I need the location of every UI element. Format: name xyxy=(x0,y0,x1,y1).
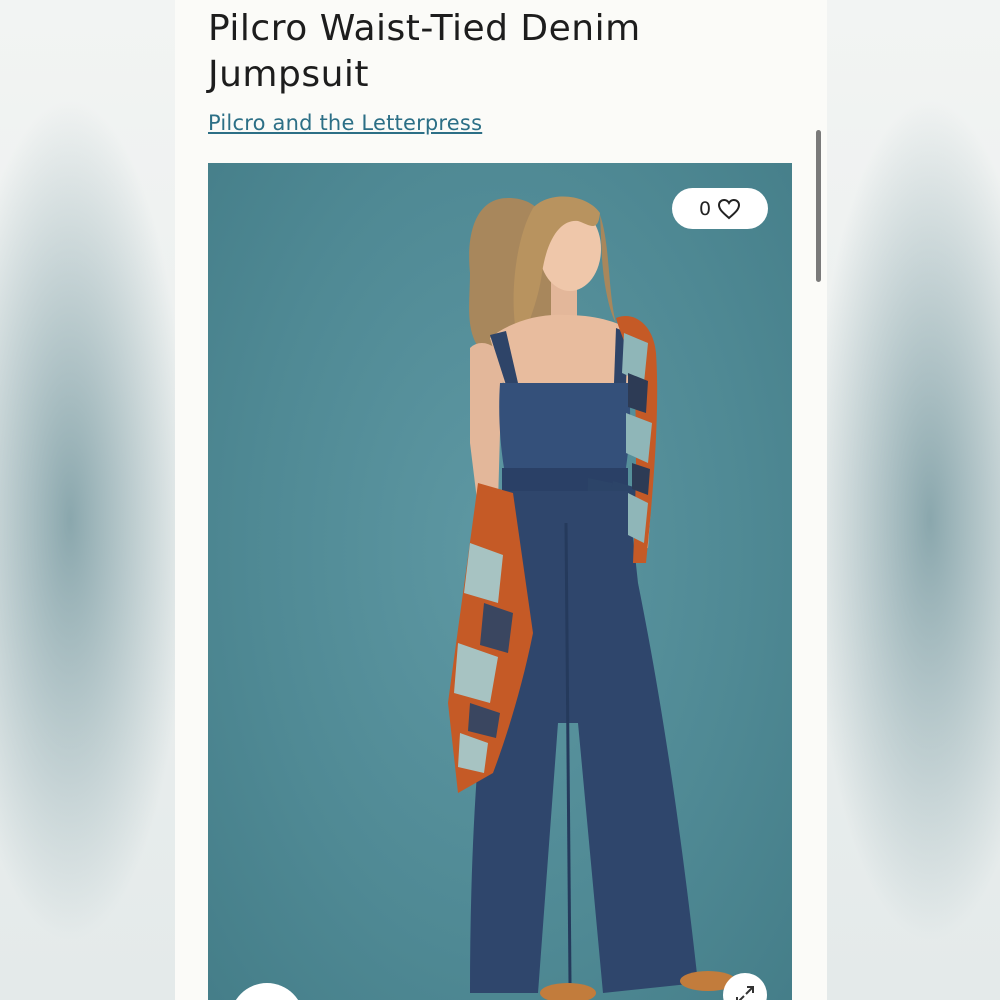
product-image[interactable]: 0 xyxy=(208,163,792,1000)
product-title: Pilcro Waist-Tied Denim Jumpsuit xyxy=(208,8,641,95)
model-photo xyxy=(448,196,736,1000)
expand-arrows-icon xyxy=(736,986,754,1000)
favorite-count: 0 xyxy=(698,197,712,220)
favorite-button[interactable]: 0 xyxy=(672,188,768,229)
scrollbar[interactable] xyxy=(816,130,821,282)
product-page: Pilcro Waist-Tied Denim Jumpsuit Pilcro … xyxy=(175,0,827,1000)
heart-icon xyxy=(718,198,741,219)
brand-link[interactable]: Pilcro and the Letterpress xyxy=(208,111,482,135)
